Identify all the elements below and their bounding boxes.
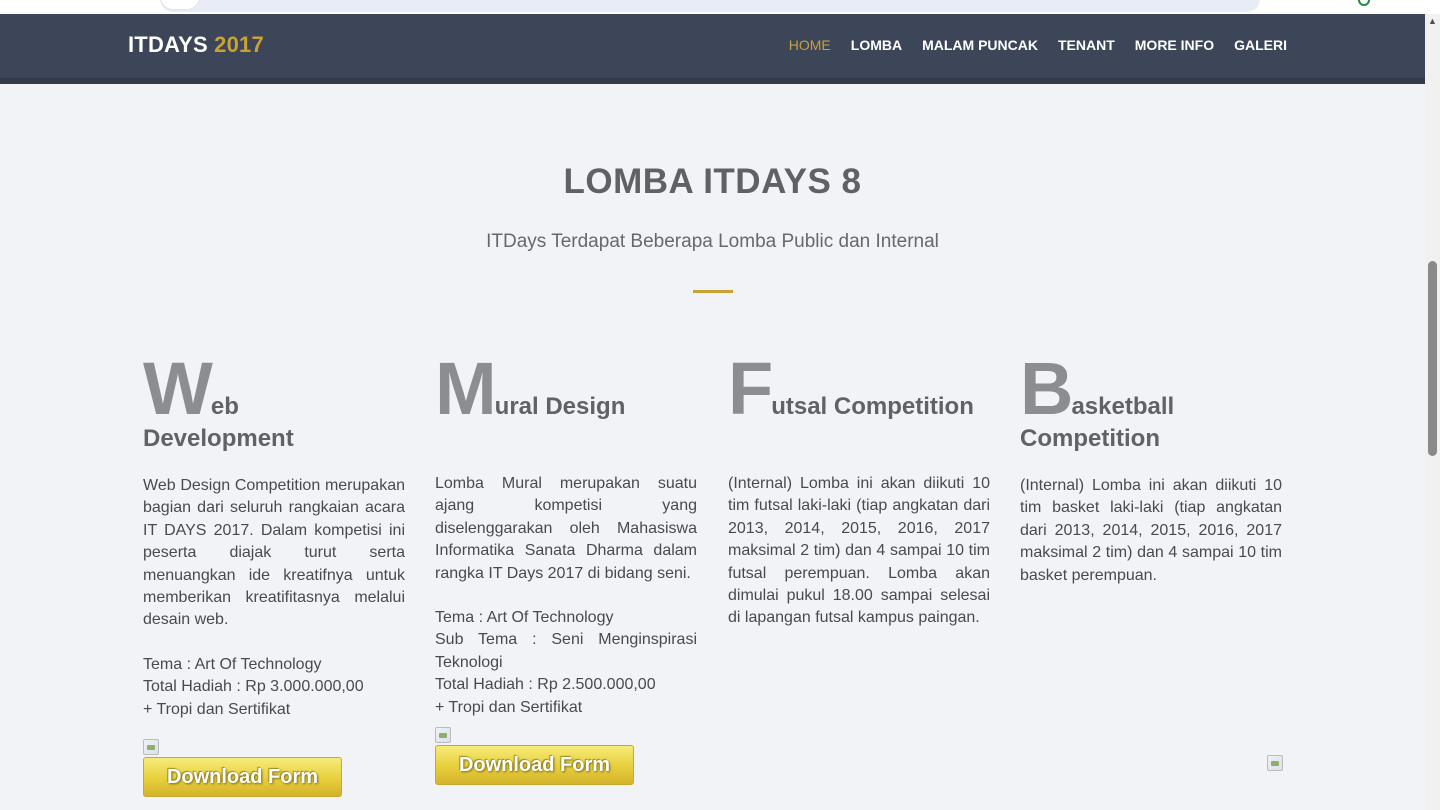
broken-image-icon xyxy=(1267,755,1283,771)
competition-tema: Tema : Art Of Technology xyxy=(435,609,614,627)
section-subtitle: ITDays Terdapat Beberapa Lomba Public da… xyxy=(486,231,939,252)
competition-bonus: + Tropi dan Sertifikat xyxy=(435,698,583,716)
competition-mural-design: Mural Design Lomba Mural merupakan suatu… xyxy=(435,352,697,786)
title-initial: W xyxy=(143,347,213,430)
scrollbar-thumb[interactable] xyxy=(1428,261,1437,456)
competition-futsal: Futsal Competition (Internal) Lomba ini … xyxy=(728,352,990,630)
competition-hadiah: Total Hadiah : Rp 3.000.000,00 xyxy=(143,678,364,696)
browser-address-bar[interactable] xyxy=(160,0,1260,12)
competition-description: (Internal) Lomba ini akan diikuti 10 tim… xyxy=(728,475,990,627)
competition-sub-tema: Sub Tema : Seni Menginspirasi Teknologi xyxy=(435,631,697,671)
competition-bonus: + Tropi dan Sertifikat xyxy=(143,700,291,718)
title-rest: eb xyxy=(210,393,239,420)
menu-item-more-info[interactable]: MORE INFO xyxy=(1135,37,1214,53)
title-rest: ural Design xyxy=(494,393,626,420)
section-title: LOMBA ITDAYS 8 xyxy=(563,162,862,201)
competition-title: Mural Design xyxy=(435,352,697,426)
main-menu: HOME LOMBA MALAM PUNCAK TENANT MORE INFO… xyxy=(769,37,1287,53)
competition-description: Lomba Mural merupakan suatu ajang kompet… xyxy=(435,475,697,582)
competition-title: Web Development xyxy=(143,352,405,455)
menu-item-malam-puncak[interactable]: MALAM PUNCAK xyxy=(922,37,1038,53)
download-form-button[interactable]: Download Form xyxy=(435,745,634,786)
browser-profile-icon[interactable] xyxy=(1358,0,1370,6)
competition-hadiah: Total Hadiah : Rp 2.500.000,00 xyxy=(435,676,656,694)
broken-image-icon xyxy=(143,739,159,756)
title-rest: asketball xyxy=(1071,393,1175,420)
browser-top-strip xyxy=(0,0,1440,14)
title-initial: F xyxy=(728,347,773,430)
competition-description: Web Design Competition merupakan bagian … xyxy=(143,477,405,629)
competition-web-development: Web Development Web Design Competition m… xyxy=(143,352,405,798)
title-initial: M xyxy=(435,347,497,430)
title-rest: utsal Competition xyxy=(771,393,974,420)
menu-item-home[interactable]: HOME xyxy=(789,37,831,53)
brand-year: 2017 xyxy=(214,32,264,57)
title-rest-line2: Competition xyxy=(1020,425,1160,452)
menu-item-galeri[interactable]: GALERI xyxy=(1234,37,1287,53)
competition-basketball: Basketball Competition (Internal) Lomba … xyxy=(1020,352,1282,587)
title-divider xyxy=(693,290,733,293)
download-form-button[interactable]: Download Form xyxy=(143,757,342,798)
competition-tema: Tema : Art Of Technology xyxy=(143,655,322,673)
title-rest-line2: Development xyxy=(143,425,294,452)
site-brand[interactable]: ITDAYS 2017 xyxy=(128,32,264,58)
competition-title: Futsal Competition xyxy=(728,352,990,426)
competition-info: Tema : Art Of Technology Sub Tema : Seni… xyxy=(435,607,697,719)
title-initial: B xyxy=(1020,347,1073,430)
site-navbar: ITDAYS 2017 HOME LOMBA MALAM PUNCAK TENA… xyxy=(0,14,1425,84)
menu-item-lomba[interactable]: LOMBA xyxy=(851,37,902,53)
scroll-up-arrow-icon[interactable]: ▲ xyxy=(1428,16,1437,26)
page-scrollbar[interactable]: ▲ xyxy=(1425,14,1440,810)
competition-title: Basketball Competition xyxy=(1020,352,1282,455)
competition-description: (Internal) Lomba ini akan diikuti 10 tim… xyxy=(1020,477,1282,584)
broken-image-icon xyxy=(435,727,451,744)
brand-name: ITDAYS xyxy=(128,32,208,57)
competition-info: Tema : Art Of Technology Total Hadiah : … xyxy=(143,654,405,721)
menu-item-tenant[interactable]: TENANT xyxy=(1058,37,1115,53)
